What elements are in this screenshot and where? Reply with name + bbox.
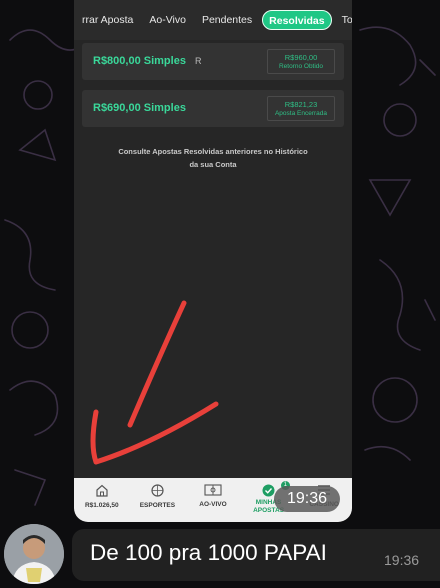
field-icon xyxy=(204,484,222,496)
bet-result-box: R$821,23 Aposta Encerrada xyxy=(267,96,335,121)
app-screenshot: rrar Aposta Ao-Vivo Pendentes Resolvidas… xyxy=(74,0,352,522)
message-bubble[interactable]: De 100 pra 1000 PAPAI 19:36 xyxy=(72,529,440,581)
bet-currency-fragment: R xyxy=(195,56,202,66)
soccer-ball-icon xyxy=(151,484,164,497)
bet-return-amount: R$821,23 xyxy=(284,100,318,109)
nav-sports[interactable]: ESPORTES xyxy=(130,478,186,522)
bet-result-box: R$960,00 Retorno Obtido xyxy=(267,49,335,74)
message-text: De 100 pra 1000 PAPAI xyxy=(90,540,327,565)
bet-status: Retorno Obtido xyxy=(278,63,324,70)
history-info: Consulte Apostas Resolvidas anteriores n… xyxy=(94,145,332,171)
avatar[interactable] xyxy=(4,524,64,584)
nav-live[interactable]: AO-VIVO xyxy=(185,478,241,522)
nav-sports-label: ESPORTES xyxy=(139,502,176,509)
nav-balance[interactable]: R$1.026,50 xyxy=(74,478,130,522)
check-icon xyxy=(262,484,275,497)
home-icon xyxy=(96,484,108,497)
bet-card[interactable]: R$800,00 Simples R R$960,00 Retorno Obti… xyxy=(82,43,344,80)
bet-card[interactable]: R$690,00 Simples R$821,23 Aposta Encerra… xyxy=(82,90,344,127)
history-info-line1: Consulte Apostas Resolvidas anteriores n… xyxy=(118,147,308,156)
history-info-line2: da sua Conta xyxy=(189,160,237,169)
tab-encerrar-aposta[interactable]: rrar Aposta xyxy=(74,10,141,30)
nav-live-label: AO-VIVO xyxy=(199,501,227,508)
tab-pendentes[interactable]: Pendentes xyxy=(194,10,260,30)
media-timestamp: 19:36 xyxy=(274,486,340,512)
bet-status: Aposta Encerrada xyxy=(274,110,328,117)
tab-ao-vivo[interactable]: Ao-Vivo xyxy=(141,10,194,30)
bet-return-amount: R$960,00 xyxy=(284,53,318,62)
bet-tabs: rrar Aposta Ao-Vivo Pendentes Resolvidas… xyxy=(74,0,352,40)
bet-title: R$800,00 Simples xyxy=(93,55,186,67)
tab-todos[interactable]: Todos xyxy=(334,10,352,30)
message-time: 19:36 xyxy=(384,552,420,568)
nav-balance-label: R$1.026,50 xyxy=(84,502,119,509)
tab-resolvidas[interactable]: Resolvidas xyxy=(262,10,332,30)
bet-title: R$690,00 Simples xyxy=(93,102,186,114)
person-icon xyxy=(4,524,64,584)
